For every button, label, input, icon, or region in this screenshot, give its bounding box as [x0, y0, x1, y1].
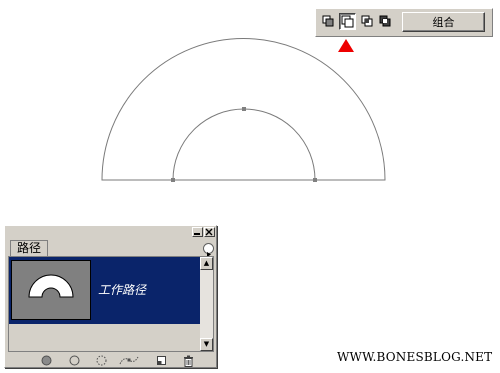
- new-path-icon[interactable]: [156, 355, 167, 366]
- paths-list: 工作路径 ▲ ▼: [8, 256, 214, 352]
- make-work-path-icon[interactable]: [119, 355, 139, 366]
- delete-path-icon[interactable]: [183, 355, 194, 367]
- watermark: WWW.BONESBLOG.NET: [337, 350, 493, 364]
- path-name-label: 工作路径: [98, 283, 147, 297]
- palette-bottom-bar: [5, 353, 216, 367]
- vertical-scrollbar[interactable]: ▲ ▼: [200, 257, 213, 351]
- path-thumbnail: [11, 260, 91, 320]
- paths-palette: 路径 工作路径 ▲ ▼: [4, 225, 217, 368]
- close-icon[interactable]: [204, 227, 215, 237]
- tab-paths[interactable]: 路径: [10, 240, 49, 256]
- scroll-down-icon[interactable]: ▼: [200, 338, 213, 351]
- palette-tab-row: 路径: [5, 239, 216, 257]
- scroll-up-icon[interactable]: ▲: [200, 257, 213, 270]
- stroke-path-icon[interactable]: [69, 355, 80, 366]
- anchor-point[interactable]: [313, 178, 317, 182]
- anchor-point[interactable]: [242, 107, 246, 111]
- anchor-point[interactable]: [171, 178, 175, 182]
- palette-menu-icon[interactable]: [203, 243, 214, 257]
- list-item-work-path[interactable]: 工作路径: [9, 257, 200, 324]
- load-path-as-selection-icon[interactable]: [96, 355, 107, 366]
- fill-path-icon[interactable]: [41, 355, 52, 366]
- minimize-icon[interactable]: [192, 227, 203, 237]
- palette-titlebar[interactable]: [5, 226, 216, 238]
